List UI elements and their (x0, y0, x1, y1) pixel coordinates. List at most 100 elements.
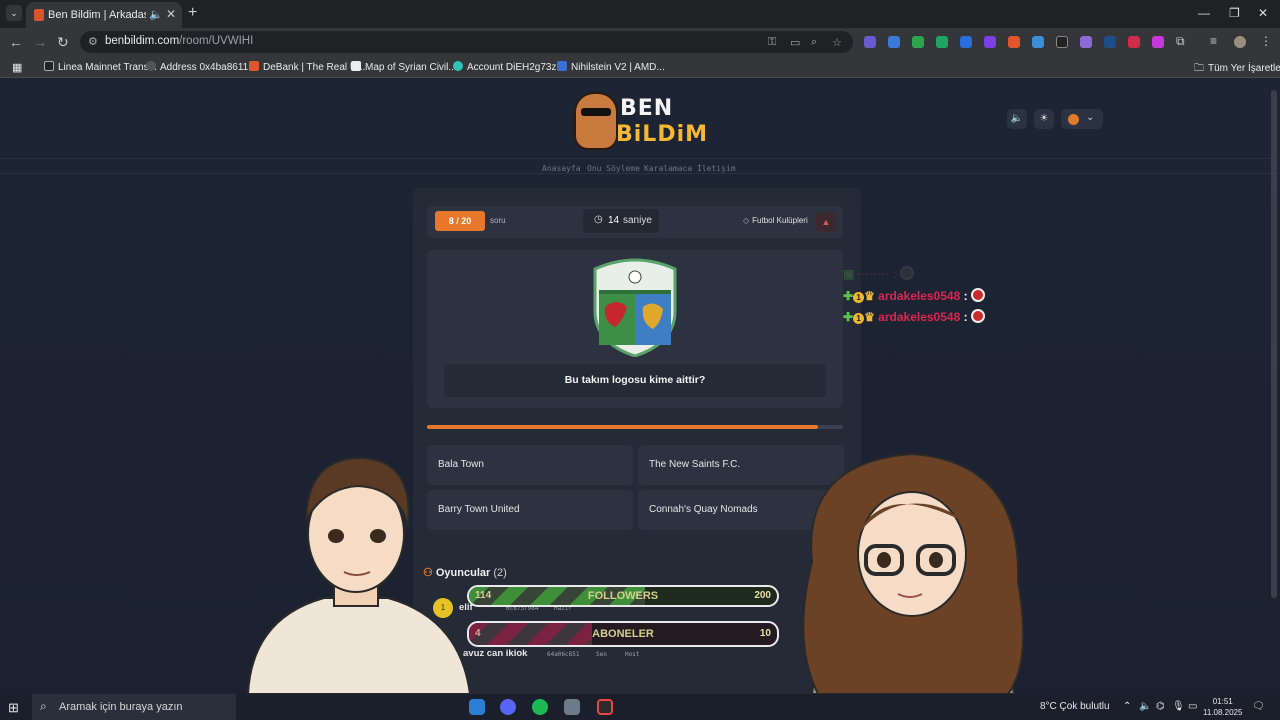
display-icon[interactable]: ▭ (1188, 701, 1197, 712)
cast-icon[interactable]: ▭ (790, 36, 800, 49)
report-warning-icon[interactable]: ▲ (816, 212, 836, 232)
extension-icon[interactable] (1008, 36, 1020, 48)
extension-icon[interactable] (912, 36, 924, 48)
chat-line: ▣ ········ : (843, 266, 915, 281)
all-bookmarks-folder[interactable]: 🗀 Tüm Yer İşaretleri (1194, 61, 1280, 78)
back-button[interactable]: ← (9, 34, 23, 50)
url-text[interactable]: benbildim.com/room/UVWIHI (105, 35, 253, 47)
folder-icon: 🗀 (1194, 63, 1204, 74)
language-selector[interactable]: ⌄ (1061, 109, 1103, 129)
site-favicon (34, 9, 44, 21)
extension-icon[interactable] (1104, 36, 1116, 48)
key-icon[interactable]: ⚿ (768, 36, 776, 49)
time-remaining-fill (427, 425, 819, 429)
male-avatar-illustration (246, 456, 472, 694)
close-tab-icon[interactable]: ✕ (166, 7, 176, 21)
spotify-app-icon[interactable] (532, 699, 548, 715)
followers-goal-max: 200 (754, 590, 771, 601)
sound-toggle-icon[interactable]: 🔈 (1007, 109, 1027, 129)
site-logo[interactable]: BEN BiLDiM (572, 90, 707, 154)
bookmark-item[interactable]: Address 0x4ba8611... (146, 61, 257, 73)
player-host-tag: Host (625, 651, 640, 658)
close-window-button[interactable]: ✕ (1258, 6, 1268, 20)
question-text: Bu takım logosu kime aittir? (444, 364, 826, 397)
system-clock[interactable]: 01:51 11.08.2025 (1203, 696, 1242, 718)
web-page: BEN BiLDiM 🔈 ☀ ⌄ Anasayfa Onu Söyleme Ka… (0, 78, 1280, 694)
player-id: 64a06c851 (547, 651, 580, 658)
extension-icon[interactable] (1032, 36, 1044, 48)
zoom-icon[interactable]: ⌕ (811, 36, 817, 49)
taskbar-search[interactable]: ⌕ Aramak için buraya yazın (32, 694, 236, 720)
forward-button[interactable]: → (33, 34, 47, 50)
weather-status[interactable]: 8°C Çok bulutlu (1040, 701, 1110, 712)
microphone-icon[interactable]: 🎙 (1172, 701, 1185, 712)
tag-icon: ◇ (743, 216, 750, 225)
emote-icon (970, 288, 985, 302)
restore-button[interactable]: ❐ (1229, 6, 1240, 20)
obs-app-icon[interactable] (597, 699, 613, 715)
mascot-image (574, 92, 618, 150)
player-you-tag: Sen (596, 651, 607, 658)
bookmark-item[interactable]: Linea Mainnet Trans... (44, 61, 157, 73)
extension-icon[interactable] (984, 36, 996, 48)
emote-icon (970, 309, 985, 323)
tab-title: Ben Bildim | Arkadaşlarınla Oyna (48, 9, 146, 21)
speaker-icon[interactable]: 🔈 (149, 8, 163, 21)
tray-chevron-up-icon[interactable]: ⌃ (1123, 701, 1131, 712)
logo-text-top: BEN (620, 96, 674, 121)
nav-link-home[interactable]: Anasayfa (542, 164, 581, 173)
volume-icon[interactable]: 🔈 (1139, 701, 1151, 712)
browser-tab-strip: ⌄ Ben Bildim | Arkadaşlarınla Oyna 🔈 ✕ +… (0, 0, 1280, 28)
question-progress: 8 / 20 (435, 211, 485, 231)
question-progress-label: soru (490, 216, 506, 225)
discord-app-icon[interactable] (500, 699, 516, 715)
nav-link-iletisim[interactable]: İletişim (697, 164, 736, 173)
timer-value: 14 (608, 215, 620, 226)
extension-icon[interactable] (1080, 36, 1092, 48)
timer-unit: saniye (623, 215, 652, 226)
subscribers-goal-max: 10 (759, 628, 771, 639)
site-info-icon[interactable]: ⚙ (88, 35, 98, 48)
extension-icon[interactable] (888, 36, 900, 48)
bookmark-item[interactable]: DeBank | The Real U... (249, 61, 365, 73)
taskbar-search-placeholder: Aramak için buraya yazın (59, 701, 183, 713)
nav-link-karalamaca[interactable]: Karalamaca (644, 164, 692, 173)
browser-menu-icon[interactable]: ⋮ (1260, 34, 1272, 48)
tab-search-button[interactable]: ⌄ (6, 5, 22, 21)
app-icon[interactable] (564, 699, 580, 715)
bookmark-item[interactable]: Map of Syrian Civil... (351, 61, 457, 73)
reading-list-icon[interactable]: ≡ (1210, 34, 1217, 48)
explorer-app-icon[interactable] (469, 699, 485, 715)
address-bar[interactable]: ⚙ benbildim.com/room/UVWIHI ⚿ ▭ ⌕ ☆ (80, 31, 853, 53)
extension-icon[interactable] (1056, 36, 1068, 48)
notifications-icon[interactable]: 🗨 (1252, 701, 1265, 712)
category-badge: ◇ Futbol Kulüpleri (743, 216, 808, 225)
extension-icon[interactable] (864, 36, 876, 48)
apps-grid-icon[interactable]: ▦ (12, 61, 22, 74)
extension-icon[interactable] (1128, 36, 1140, 48)
extensions-puzzle-icon[interactable]: ⧉ (1176, 34, 1185, 49)
minimize-button[interactable]: — (1198, 6, 1210, 20)
nav-link-onu-soyleme[interactable]: Onu Söyleme (587, 164, 640, 173)
game-status-bar: 8 / 20 soru ◷ 14 saniye ◇ Futbol Kulüpler… (427, 206, 843, 238)
time-remaining-bar (427, 425, 843, 429)
extension-icon[interactable] (936, 36, 948, 48)
timer: ◷ 14 saniye (583, 209, 659, 233)
search-icon: ⌕ (40, 699, 47, 713)
browser-toolbar: ← → ↻ ⚙ benbildim.com/room/UVWIHI ⚿ ▭ ⌕ … (0, 28, 1280, 56)
profile-avatar[interactable] (1234, 36, 1246, 48)
team-crest-image (593, 258, 677, 357)
bookmark-star-icon[interactable]: ☆ (832, 36, 842, 49)
bookmark-item[interactable]: Account DiEH2g73z... (453, 61, 565, 73)
page-scrollbar[interactable] (1271, 90, 1277, 598)
extension-icon[interactable] (960, 36, 972, 48)
theme-toggle-icon[interactable]: ☀ (1034, 109, 1054, 129)
reload-button[interactable]: ↻ (57, 34, 69, 51)
network-icon[interactable]: ⌬ (1156, 701, 1165, 712)
bookmark-item[interactable]: Nihilstein V2 | AMD... (557, 61, 665, 73)
new-tab-button[interactable]: + (188, 4, 197, 22)
extension-icon[interactable] (1152, 36, 1164, 48)
browser-tab-active[interactable]: Ben Bildim | Arkadaşlarınla Oyna 🔈 ✕ (26, 2, 182, 28)
windows-start-icon[interactable]: ⊞ (8, 700, 24, 716)
chat-line: ✚ 1 ♛ ardakeles0548 : (843, 309, 985, 324)
